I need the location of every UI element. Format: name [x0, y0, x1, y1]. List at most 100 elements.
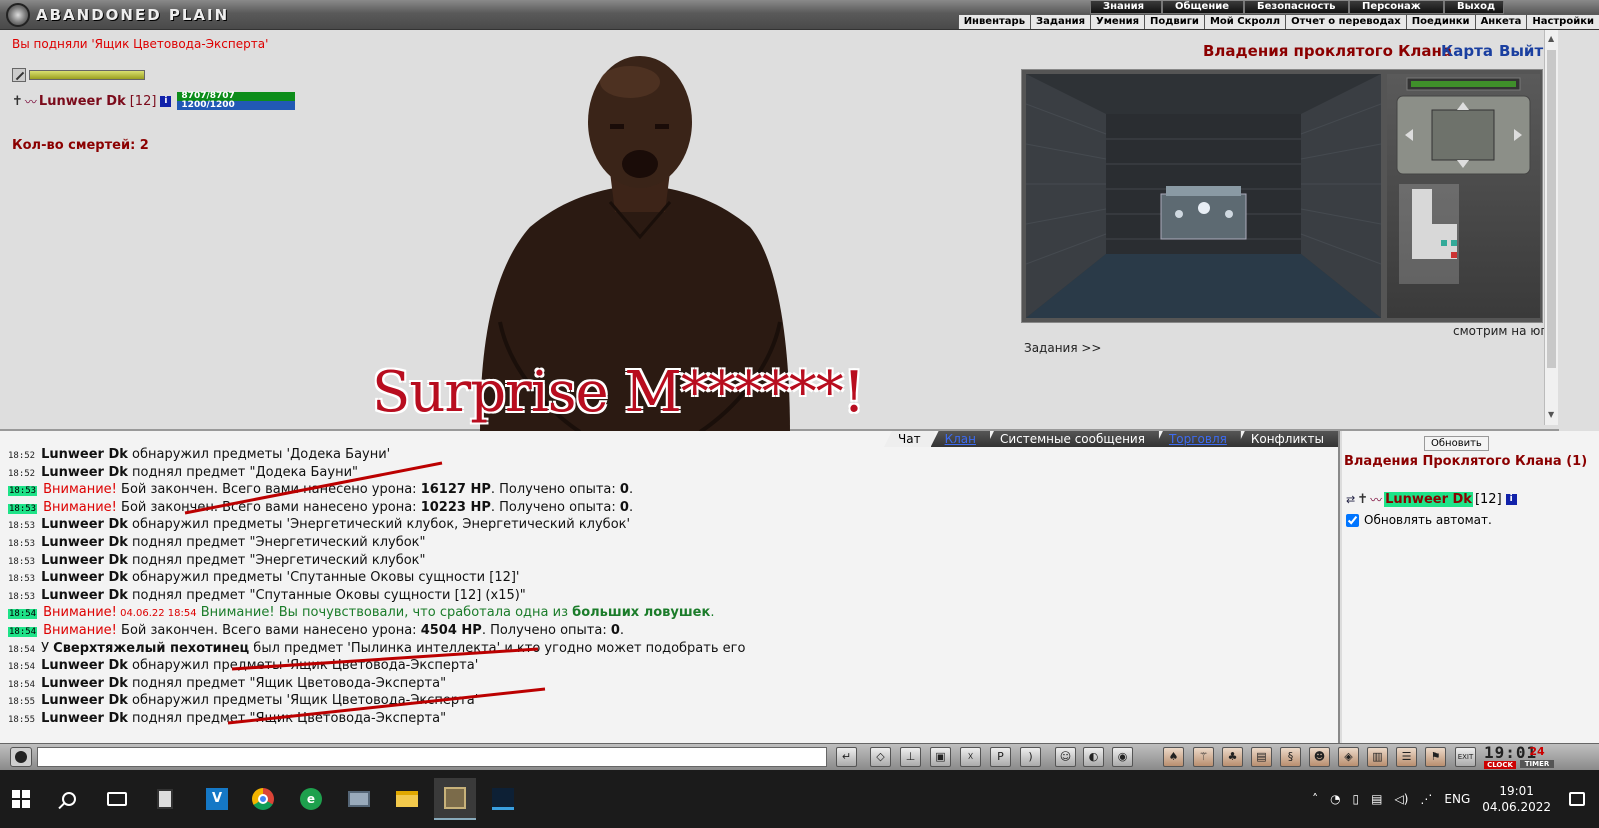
info-icon[interactable]: i: [160, 95, 172, 107]
member-name[interactable]: Lunweer Dk: [1384, 492, 1473, 507]
chat-line: 18:54 Lunweer Dk обнаружил предметы 'Ящик…: [8, 658, 479, 674]
chest-icon[interactable]: ▤: [1251, 747, 1272, 767]
shield-icon[interactable]: ◈: [1338, 747, 1359, 767]
menu-communication[interactable]: Общение: [1162, 1, 1244, 14]
game-app[interactable]: [434, 778, 476, 820]
move-arrows-icon[interactable]: ⇄: [1346, 493, 1355, 506]
wing-icon: 〰: [1370, 493, 1383, 507]
explorer-app[interactable]: [386, 778, 428, 820]
running-man-icon[interactable]: ☓: [960, 747, 981, 767]
system-clock[interactable]: 19:01 04.06.2022: [1482, 783, 1551, 815]
timer-label: TIMER: [1520, 760, 1554, 768]
chat-input[interactable]: [37, 747, 827, 767]
vs-app[interactable]: V: [196, 778, 238, 820]
network-icon[interactable]: ▤: [1371, 792, 1382, 806]
menu-transfer-report[interactable]: Отчет о переводах: [1285, 15, 1406, 29]
chrome-icon: [252, 788, 274, 810]
send-arrow-icon[interactable]: ↵: [836, 747, 857, 767]
timer-value: 24: [1529, 745, 1545, 758]
cross-icon: ✝: [1357, 492, 1369, 507]
secondary-menu: Инвентарь Задания Умения Подвиги Мой Скр…: [957, 15, 1599, 29]
computer-app[interactable]: [338, 778, 380, 820]
exit-door-icon[interactable]: EXIT: [1455, 747, 1476, 767]
menu-security[interactable]: Безопасность: [1244, 1, 1349, 14]
tab-conflicts[interactable]: Конфликты: [1236, 431, 1338, 447]
bag-icon[interactable]: ♠: [1163, 747, 1184, 767]
hairdryer-icon[interactable]: ⊥: [900, 747, 921, 767]
start-button[interactable]: [0, 778, 42, 820]
dark-app[interactable]: [482, 778, 524, 820]
task-view-button[interactable]: [96, 778, 138, 820]
sync-icon[interactable]: ◔: [1330, 792, 1340, 806]
pl-icon[interactable]: P: [990, 747, 1011, 767]
game-scrollbar[interactable]: ▲ ▼: [1544, 30, 1558, 425]
member-level: [12]: [1474, 492, 1502, 507]
wand-icon[interactable]: ⚚: [1193, 747, 1214, 767]
health-mana-bars: 8707/8707 1200/1200: [177, 92, 296, 110]
group-icon[interactable]: ☰: [1396, 747, 1417, 767]
tab-system-messages[interactable]: Системные сообщения: [985, 431, 1159, 447]
menu-quests[interactable]: Задания: [1030, 15, 1090, 29]
sack-icon[interactable]: ♣: [1222, 747, 1243, 767]
tab-clan[interactable]: Клан: [930, 431, 990, 447]
compass-and-map[interactable]: [1387, 74, 1540, 318]
language-indicator[interactable]: ENG: [1444, 792, 1470, 806]
cross-icon: ✝: [12, 93, 23, 109]
refresh-button[interactable]: Обновить: [1424, 436, 1489, 451]
menu-settings[interactable]: Настройки: [1526, 15, 1599, 29]
calculator-icon: [157, 789, 173, 809]
speaker-icon[interactable]: ): [1020, 747, 1041, 767]
menu-duels[interactable]: Поединки: [1405, 15, 1475, 29]
scroll-thumb[interactable]: [1547, 50, 1556, 368]
smiley-icon[interactable]: ☺: [1055, 747, 1076, 767]
map-link[interactable]: Карта: [1441, 42, 1493, 60]
chat-line: 18:53 Lunweer Dk поднял предмет "Энергети…: [8, 534, 426, 550]
head-icon[interactable]: [10, 747, 32, 767]
clock-label: CLOCK: [1484, 761, 1516, 769]
scroll-up-icon[interactable]: ▲: [1548, 34, 1554, 43]
gear-logo-icon: [6, 3, 30, 27]
tab-trade[interactable]: Торговля: [1154, 431, 1241, 447]
chat-line: 18:53 Lunweer Dk обнаружил предметы 'Спут…: [8, 570, 520, 586]
green-app[interactable]: e: [290, 778, 332, 820]
menu-achievements[interactable]: Подвиги: [1144, 15, 1204, 29]
menu-my-scroll[interactable]: Мой Скролл: [1203, 15, 1285, 29]
search-button[interactable]: [48, 778, 90, 820]
flag-icon[interactable]: ⚑: [1425, 747, 1446, 767]
menu-exit[interactable]: Выход: [1444, 1, 1504, 14]
menu-profile[interactable]: Анкета: [1474, 15, 1527, 29]
disc-icon[interactable]: ◉: [1112, 747, 1133, 767]
system-date: 04.06.2022: [1482, 800, 1551, 814]
chrome-app[interactable]: [242, 778, 284, 820]
mask-icon[interactable]: ☻: [1309, 747, 1330, 767]
chevron-up-icon[interactable]: ˄: [1312, 792, 1318, 806]
helmet-icon[interactable]: ◐: [1083, 747, 1104, 767]
eraser-icon[interactable]: ◇: [870, 747, 891, 767]
green-app-icon: e: [300, 788, 322, 810]
calculator-app[interactable]: [144, 778, 186, 820]
volume-icon[interactable]: ◁): [1395, 792, 1409, 806]
auto-refresh-checkbox[interactable]: [1346, 513, 1359, 527]
dungeon-view[interactable]: [1026, 74, 1381, 318]
lock-icon[interactable]: ▥: [1367, 747, 1388, 767]
notification-icon[interactable]: [1569, 792, 1585, 806]
menu-character[interactable]: Персонаж: [1349, 1, 1444, 14]
top-bar: ABANDONED PLAIN Знания Общение Безопасно…: [0, 0, 1599, 30]
notepad-icon[interactable]: ▣: [930, 747, 951, 767]
menu-knowledge[interactable]: Знания: [1090, 1, 1162, 14]
weapon-bar: [12, 68, 145, 82]
chat-panel: Чат Клан Системные сообщения Торговля Ко…: [0, 431, 1340, 743]
menu-inventory[interactable]: Инвентарь: [957, 15, 1030, 29]
scroll-icon[interactable]: §: [1280, 747, 1301, 767]
info-icon[interactable]: i: [1505, 494, 1517, 505]
character-name[interactable]: Lunweer Dk: [39, 94, 126, 109]
wifi-icon[interactable]: ⋰: [1420, 792, 1432, 806]
task-view-icon: [107, 792, 127, 806]
tasks-link[interactable]: Задания >>: [1024, 341, 1101, 355]
scroll-down-icon[interactable]: ▼: [1548, 410, 1554, 419]
usb-icon[interactable]: ▯: [1353, 792, 1360, 806]
weapon-icon[interactable]: [12, 68, 26, 82]
tab-chat[interactable]: Чат: [884, 431, 935, 447]
menu-skills[interactable]: Умения: [1090, 15, 1144, 29]
bottom-toolbar: ↵ ◇ ⊥ ▣ ☓ P ) ☺ ◐ ◉ ♠ ⚚ ♣ ▤ § ☻ ◈ ▥ ☰ ⚑ …: [0, 743, 1599, 770]
